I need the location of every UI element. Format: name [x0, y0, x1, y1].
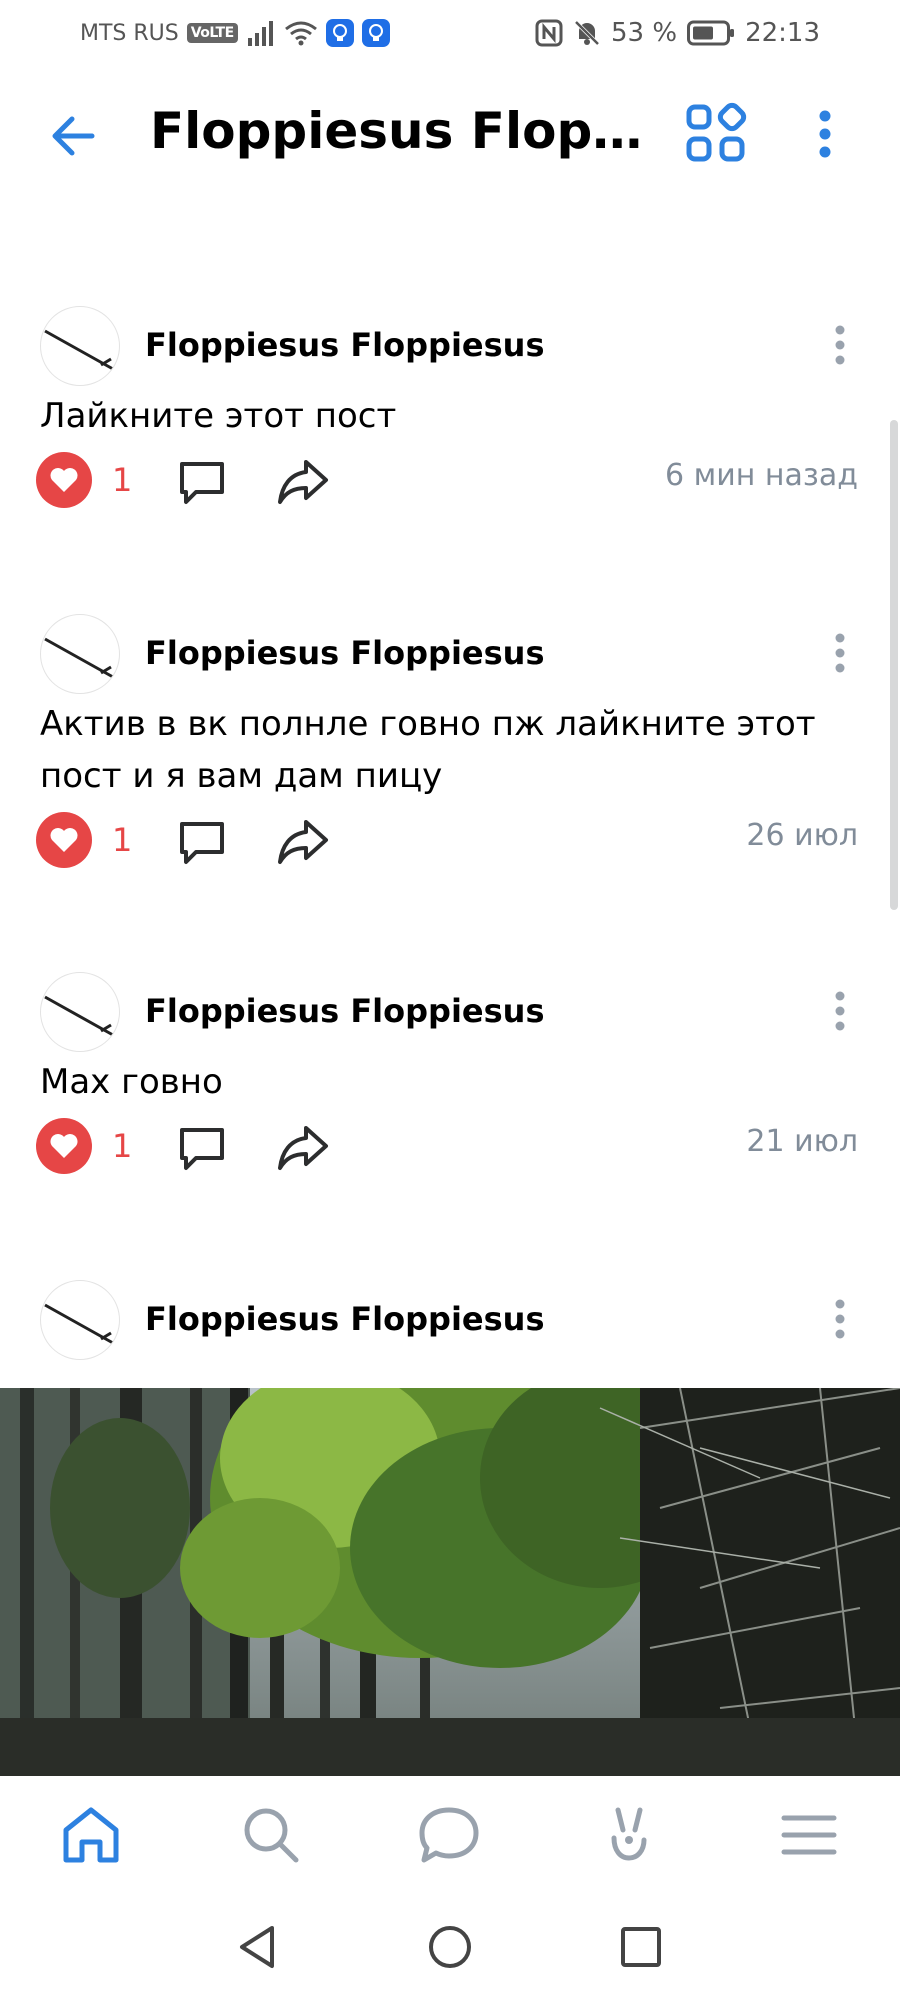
menu-icon[interactable] — [774, 1800, 844, 1870]
post-author[interactable]: Floppiesus Floppiesus — [145, 634, 544, 672]
share-icon[interactable] — [276, 816, 330, 868]
heart-icon — [36, 1118, 92, 1174]
forest-image — [0, 1388, 900, 1776]
post-header: Floppiesus Floppiesus — [0, 1274, 900, 1364]
clock: 22:13 — [745, 18, 820, 48]
more-vertical-icon[interactable] — [800, 102, 850, 166]
battery-icon — [687, 20, 735, 46]
post-time: 26 июл — [746, 818, 858, 853]
battery-percent: 53 % — [611, 18, 678, 48]
messages-icon[interactable] — [414, 1800, 484, 1870]
comment-icon[interactable] — [176, 456, 228, 508]
post-more-icon[interactable] — [820, 628, 860, 678]
post-actions: 1 6 мин назад — [0, 442, 900, 522]
wifi-icon — [284, 21, 317, 46]
heart-icon — [36, 452, 92, 508]
comment-icon[interactable] — [176, 816, 228, 868]
like-count: 1 — [112, 821, 133, 859]
wall-post: Floppiesus Floppiesus Лайкните этот пост… — [0, 300, 900, 522]
wall-post: Floppiesus Floppiesus — [0, 1274, 900, 1364]
post-more-icon[interactable] — [820, 1294, 860, 1344]
post-author[interactable]: Floppiesus Floppiesus — [145, 992, 544, 1030]
home-icon[interactable] — [56, 1800, 126, 1870]
carrier-name: MTS RUS — [80, 20, 179, 46]
notification-bulb-icon — [361, 19, 390, 47]
post-text: Актив в вк полнле говно пж лайкните этот… — [40, 704, 816, 796]
system-back-icon[interactable] — [232, 1922, 282, 1972]
mute-bell-icon — [574, 20, 600, 46]
status-left: MTS RUS VoLTE — [80, 16, 390, 50]
post-actions: 1 21 июл — [0, 1108, 900, 1188]
comment-icon[interactable] — [176, 1122, 228, 1174]
bottom-tab-bar — [0, 1776, 900, 1894]
status-bar: MTS RUS VoLTE 53 % 22:13 — [0, 0, 900, 66]
avatar[interactable] — [40, 1280, 120, 1360]
post-text: Лайкните этот пост — [40, 396, 397, 436]
like-count: 1 — [112, 461, 133, 499]
avatar[interactable] — [40, 972, 120, 1052]
services-grid-icon[interactable] — [680, 98, 750, 168]
post-header: Floppiesus Floppiesus — [0, 300, 900, 390]
post-header: Floppiesus Floppiesus — [0, 966, 900, 1056]
signal-icon — [247, 21, 273, 46]
status-right: 53 % 22:13 — [535, 16, 820, 50]
wall-feed[interactable]: 1 Floppiesus Floppiesus Лайкните этот по… — [0, 196, 900, 1386]
like-button[interactable]: 1 — [36, 812, 132, 868]
page-title: Floppiesus Floppiesus — [150, 102, 650, 160]
post-actions: 1 26 июл — [0, 802, 900, 882]
previous-post-actions: 1 — [0, 196, 900, 214]
post-header: Floppiesus Floppiesus — [0, 608, 900, 698]
wall-post: Floppiesus Floppiesus Max говно 1 21 июл — [0, 966, 900, 1188]
system-home-icon[interactable] — [425, 1922, 475, 1972]
like-count: 1 — [112, 1127, 133, 1165]
wall-post: Floppiesus Floppiesus Актив в вк полнле … — [0, 608, 900, 882]
post-author[interactable]: Floppiesus Floppiesus — [145, 326, 544, 364]
back-arrow-icon[interactable] — [42, 104, 106, 168]
post-more-icon[interactable] — [820, 986, 860, 1036]
clips-icon[interactable] — [594, 1800, 664, 1870]
avatar[interactable] — [40, 614, 120, 694]
heart-icon — [36, 812, 92, 868]
system-nav-bar — [0, 1894, 900, 2000]
post-author[interactable]: Floppiesus Floppiesus — [145, 1300, 544, 1338]
system-recents-icon[interactable] — [616, 1922, 666, 1972]
like-button[interactable]: 1 — [36, 1118, 132, 1174]
scrollbar[interactable] — [890, 420, 898, 910]
post-text: Max говно — [40, 1062, 223, 1102]
post-photo[interactable] — [0, 1388, 900, 1776]
notification-bulb-icon — [325, 19, 354, 47]
top-nav-bar: Floppiesus Floppiesus — [0, 66, 900, 196]
like-button[interactable]: 1 — [36, 452, 132, 508]
volte-badge: VoLTE — [186, 23, 238, 43]
post-more-icon[interactable] — [820, 320, 860, 370]
search-icon[interactable] — [236, 1800, 306, 1870]
nfc-icon — [535, 19, 563, 47]
avatar[interactable] — [40, 306, 120, 386]
share-icon[interactable] — [276, 456, 330, 508]
share-icon[interactable] — [276, 1122, 330, 1174]
post-time: 21 июл — [746, 1124, 858, 1159]
post-time: 6 мин назад — [665, 458, 858, 493]
